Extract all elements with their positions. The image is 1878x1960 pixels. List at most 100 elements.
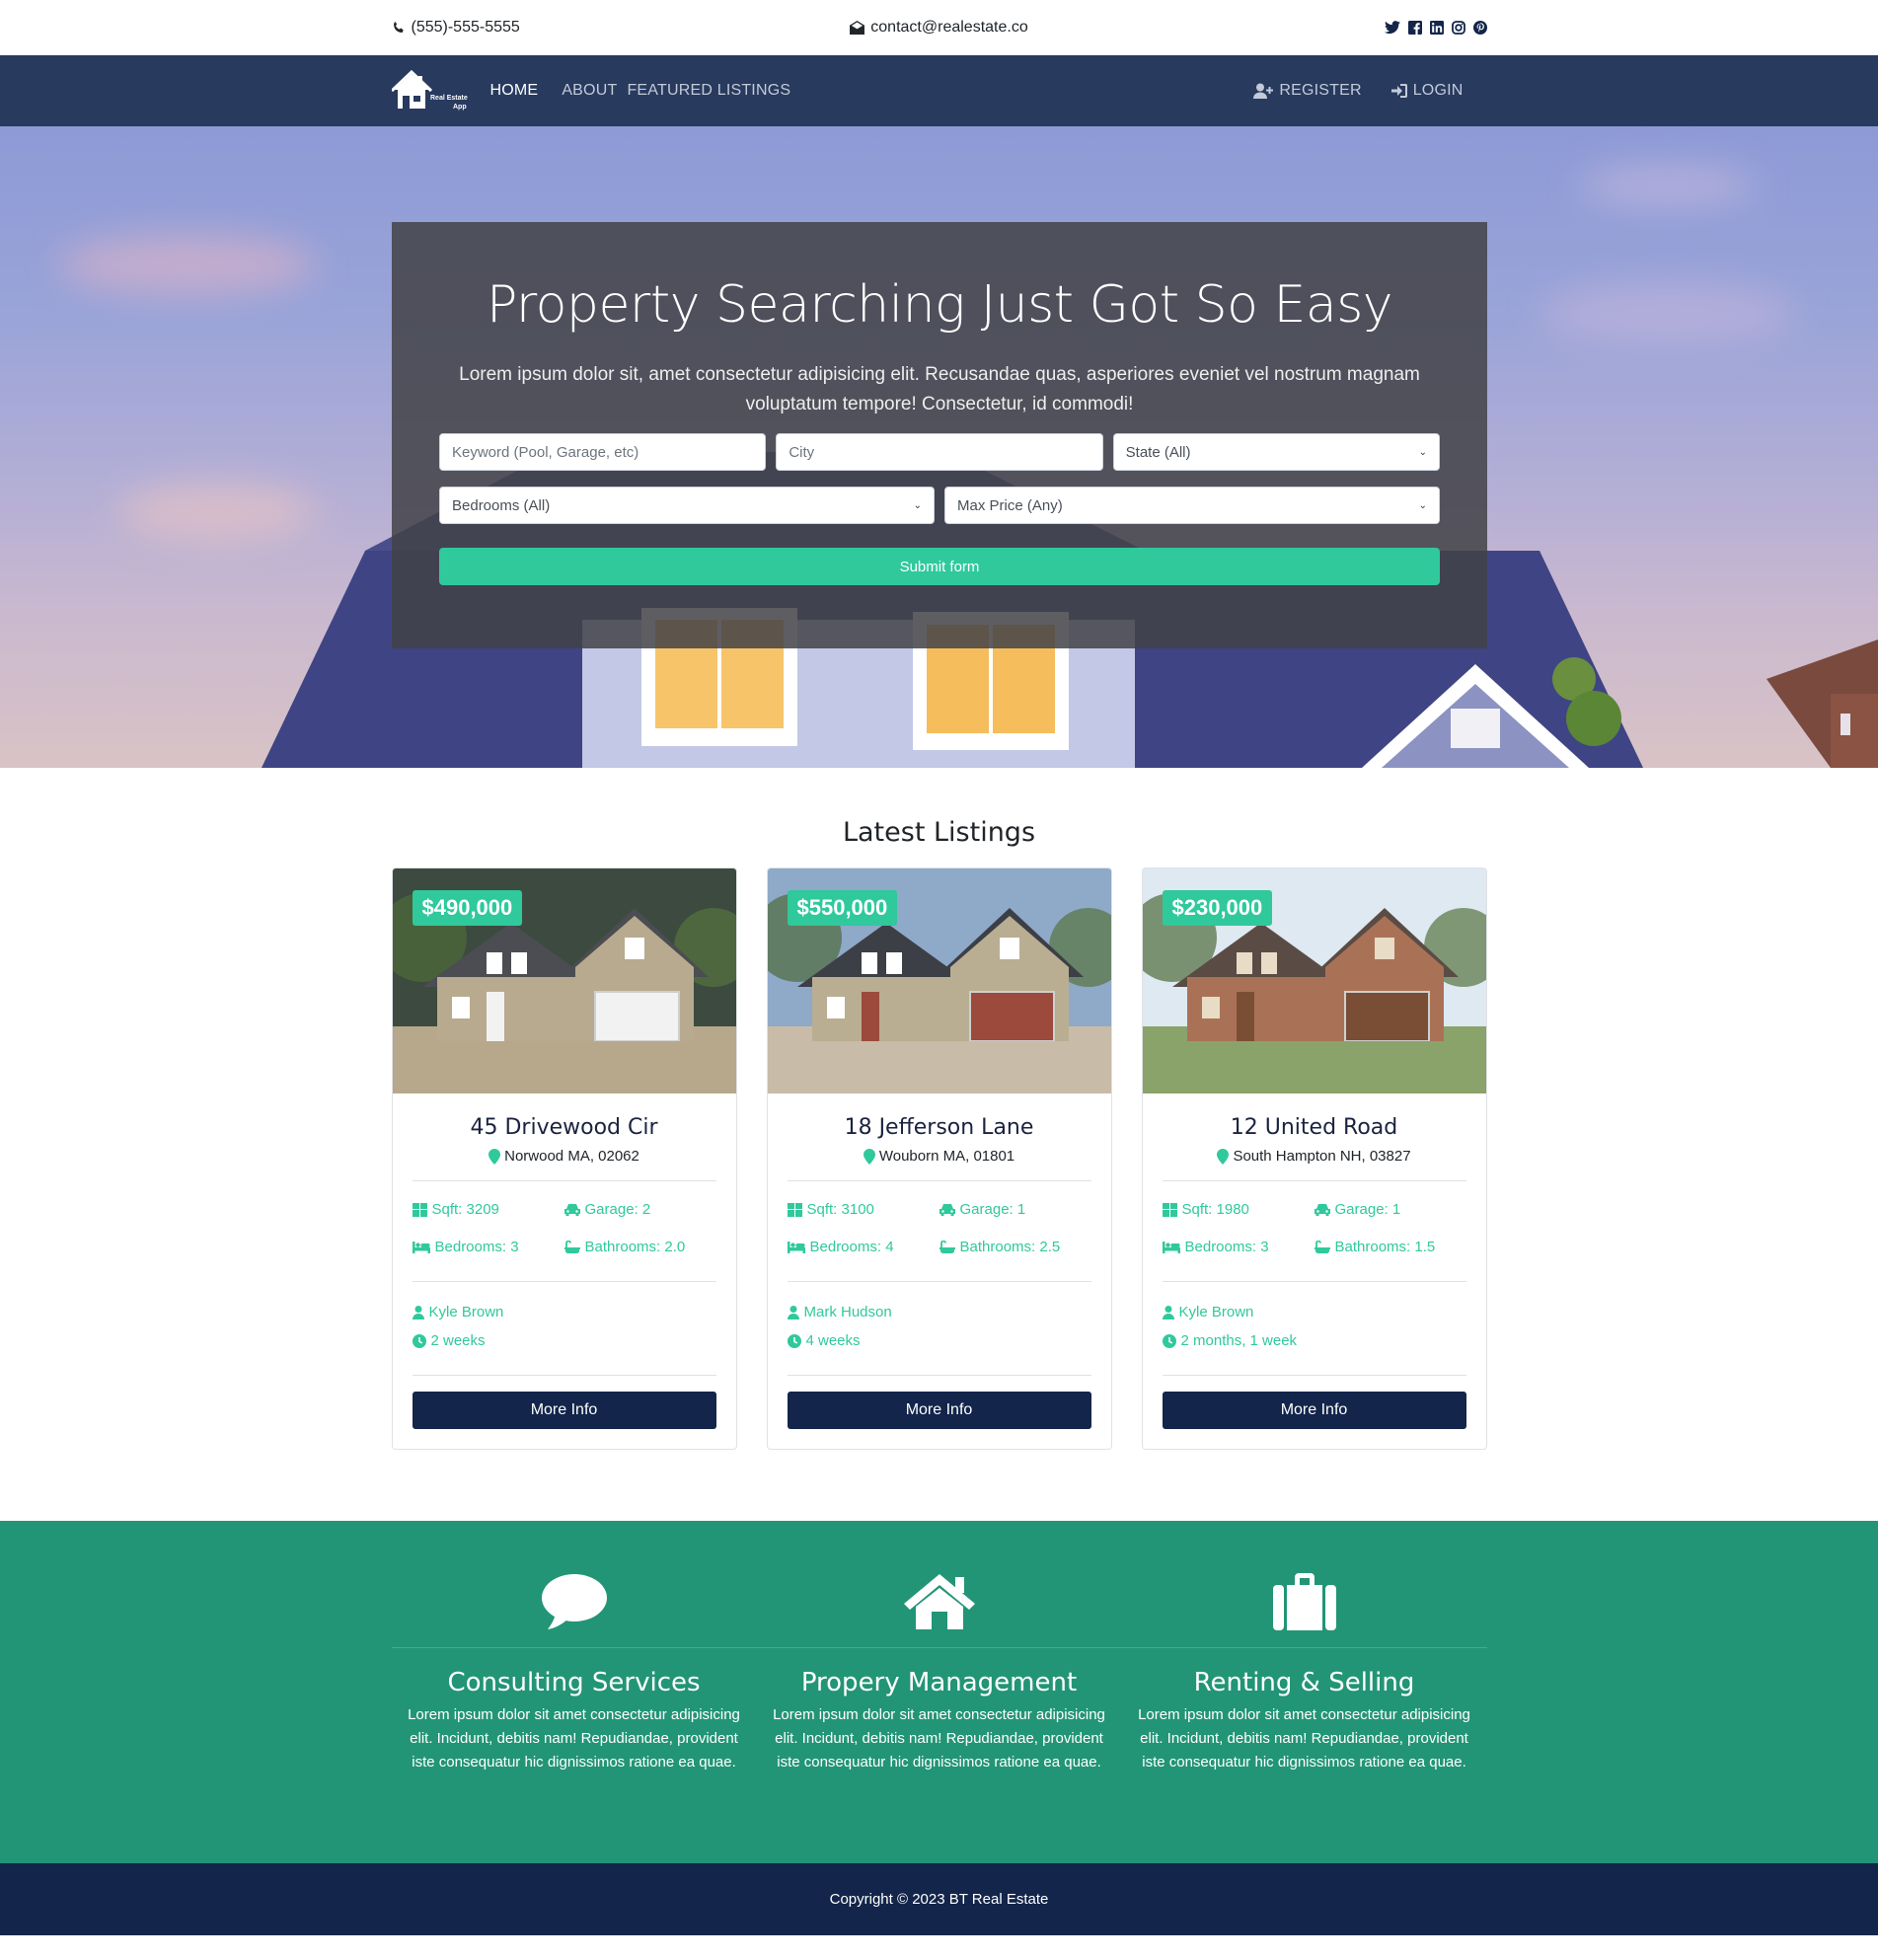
garage-stat: Garage: 1 xyxy=(939,1201,1091,1218)
submit-search-button[interactable]: Submit form xyxy=(439,548,1440,585)
service-renting-selling: Renting & Selling Lorem ipsum dolor sit … xyxy=(1121,1570,1487,1774)
listing-stats: Sqft: 3209 Garage: 2 Bedrooms: 3 Bathroo… xyxy=(412,1181,716,1282)
brand-logo[interactable]: Real Estate App xyxy=(391,69,473,113)
suitcase-icon xyxy=(1272,1573,1336,1630)
bathrooms-stat: Bathrooms: 2.5 xyxy=(939,1239,1091,1255)
state-select[interactable]: State (All) ⌄ xyxy=(1112,433,1440,471)
bath-icon xyxy=(939,1240,955,1253)
nav-featured-listings[interactable]: FEATURED LISTINGS xyxy=(627,82,790,100)
pinterest-icon[interactable] xyxy=(1472,21,1487,35)
car-icon xyxy=(563,1204,580,1216)
bed-icon xyxy=(787,1241,805,1253)
listing-location: Wouborn MA, 01801 xyxy=(787,1148,1091,1181)
more-info-button[interactable]: More Info xyxy=(412,1392,716,1429)
listing-meta: Kyle Brown 2 weeks xyxy=(412,1282,716,1376)
car-icon xyxy=(939,1204,955,1216)
hero-section: Property Searching Just Got So Easy Lore… xyxy=(0,126,1878,768)
primary-nav: HOME ABOUT FEATURED LISTINGS xyxy=(490,82,791,100)
sqft-stat: Sqft: 3100 xyxy=(787,1201,939,1218)
listing-location: South Hampton NH, 03827 xyxy=(1162,1148,1466,1181)
chevron-down-icon: ⌄ xyxy=(1418,499,1427,511)
chevron-down-icon: ⌄ xyxy=(1418,446,1427,458)
sqft-stat: Sqft: 3209 xyxy=(412,1201,564,1218)
listing-age: 2 months, 1 week xyxy=(1162,1332,1466,1349)
listing-photo[interactable]: $550,000 xyxy=(767,868,1111,1093)
more-info-button[interactable]: More Info xyxy=(1162,1392,1466,1429)
bedrooms-select[interactable]: Bedrooms (All) ⌄ xyxy=(439,487,935,524)
listing-title: 45 Drivewood Cir xyxy=(470,1115,658,1140)
max-price-select[interactable]: Max Price (Any) ⌄ xyxy=(944,487,1440,524)
top-bar: (555)-555-5555 contact@realestate.co xyxy=(0,0,1878,55)
listing-meta: Mark Hudson 4 weeks xyxy=(787,1282,1091,1376)
city-input[interactable]: City xyxy=(776,433,1103,471)
garage-stat: Garage: 1 xyxy=(1314,1201,1466,1218)
latest-listings-section: Latest Listings $490,000 45 Drivewood Ci… xyxy=(0,768,1878,1521)
garage-stat: Garage: 2 xyxy=(563,1201,716,1218)
service-management: Propery Management Lorem ipsum dolor sit… xyxy=(756,1570,1122,1774)
service-consulting: Consulting Services Lorem ipsum dolor si… xyxy=(391,1570,757,1774)
login-link[interactable]: LOGIN xyxy=(1390,82,1464,100)
listing-age: 2 weeks xyxy=(412,1332,716,1349)
clock-icon xyxy=(787,1333,801,1348)
user-icon xyxy=(787,1305,799,1319)
service-text: Lorem ipsum dolor sit amet consectetur a… xyxy=(408,1706,740,1771)
bathrooms-stat: Bathrooms: 1.5 xyxy=(1314,1239,1466,1255)
bedrooms-stat: Bedrooms: 3 xyxy=(1162,1239,1315,1255)
chevron-down-icon: ⌄ xyxy=(913,499,922,511)
listing-photo[interactable]: $490,000 xyxy=(392,868,736,1093)
comment-icon xyxy=(541,1574,607,1629)
property-search-panel: Property Searching Just Got So Easy Lore… xyxy=(392,222,1487,648)
realtor-name: Kyle Brown xyxy=(412,1304,716,1320)
sqft-stat: Sqft: 1980 xyxy=(1162,1201,1315,1218)
keyword-input[interactable]: Keyword (Pool, Garage, etc) xyxy=(439,433,767,471)
th-large-icon xyxy=(787,1202,802,1217)
brand-name-line1: Real Estate xyxy=(430,95,468,102)
user-icon xyxy=(412,1305,424,1319)
listings-heading: Latest Listings xyxy=(842,817,1036,848)
listing-price: $490,000 xyxy=(412,890,523,926)
listing-meta: Kyle Brown 2 months, 1 week xyxy=(1162,1282,1466,1376)
listing-photo[interactable]: $230,000 xyxy=(1142,868,1486,1093)
twitter-icon[interactable] xyxy=(1384,21,1400,35)
bedrooms-stat: Bedrooms: 4 xyxy=(787,1239,939,1255)
bedrooms-stat: Bedrooms: 3 xyxy=(412,1239,564,1255)
clock-icon xyxy=(1162,1333,1176,1348)
phone-icon xyxy=(393,21,404,33)
th-large-icon xyxy=(1162,1202,1177,1217)
main-navbar: Real Estate App HOME ABOUT FEATURED LIST… xyxy=(0,55,1878,126)
listing-title: 18 Jefferson Lane xyxy=(844,1115,1034,1140)
service-title: Consulting Services xyxy=(447,1668,701,1697)
services-section: Consulting Services Lorem ipsum dolor si… xyxy=(0,1521,1878,1863)
page-footer: Copyright © 2023 BT Real Estate xyxy=(0,1863,1878,1935)
bed-icon xyxy=(1162,1241,1180,1253)
social-links xyxy=(1191,21,1487,35)
nav-about[interactable]: ABOUT xyxy=(562,82,617,100)
phone-contact: (555)-555-5555 xyxy=(392,19,688,37)
email-address: contact@realestate.co xyxy=(870,19,1028,36)
service-text: Lorem ipsum dolor sit amet consectetur a… xyxy=(1138,1706,1470,1771)
bath-icon xyxy=(1314,1240,1330,1253)
map-marker-icon xyxy=(863,1148,875,1165)
listing-stats: Sqft: 3100 Garage: 1 Bedrooms: 4 Bathroo… xyxy=(787,1181,1091,1282)
register-label: REGISTER xyxy=(1279,82,1362,99)
bed-icon xyxy=(412,1241,430,1253)
envelope-open-icon xyxy=(850,21,865,35)
listing-stats: Sqft: 1980 Garage: 1 Bedrooms: 3 Bathroo… xyxy=(1162,1181,1466,1282)
more-info-button[interactable]: More Info xyxy=(787,1392,1091,1429)
nav-home[interactable]: HOME xyxy=(490,82,539,100)
map-marker-icon xyxy=(1217,1148,1230,1165)
realtor-name: Mark Hudson xyxy=(787,1304,1091,1320)
linkedin-icon[interactable] xyxy=(1429,21,1444,35)
service-text: Lorem ipsum dolor sit amet consectetur a… xyxy=(773,1706,1105,1771)
listing-price: $550,000 xyxy=(787,890,898,926)
email-contact: contact@realestate.co xyxy=(791,19,1088,37)
facebook-icon[interactable] xyxy=(1407,21,1422,35)
listing-card: $230,000 12 United Road South Hampton NH… xyxy=(1141,867,1487,1450)
home-icon xyxy=(903,1574,975,1629)
service-title: Propery Management xyxy=(800,1668,1078,1697)
service-title: Renting & Selling xyxy=(1193,1668,1415,1697)
bathrooms-stat: Bathrooms: 2.0 xyxy=(563,1239,716,1255)
phone-number: (555)-555-5555 xyxy=(411,19,520,36)
instagram-icon[interactable] xyxy=(1451,21,1465,35)
register-link[interactable]: REGISTER xyxy=(1253,82,1362,100)
